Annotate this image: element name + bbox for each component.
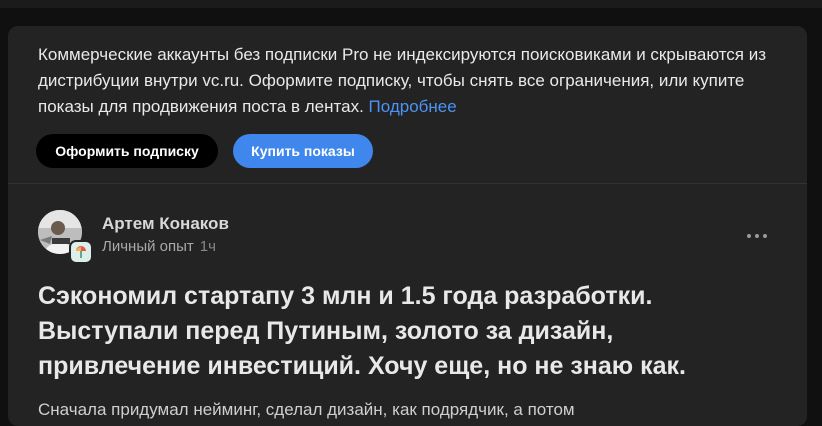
post-lead: Сначала придумал нейминг, сделал дизайн,… (38, 400, 575, 419)
author-badge-icon (69, 240, 93, 264)
author-name[interactable]: Артем Конаков (102, 214, 229, 234)
more-horizontal-icon[interactable] (742, 226, 772, 246)
divider (8, 183, 807, 184)
post-meta: Личный опыт 1ч (102, 238, 216, 255)
buy-views-button[interactable]: Купить показы (233, 134, 373, 168)
post-category[interactable]: Личный опыт (102, 238, 194, 255)
top-bar (0, 0, 822, 8)
subscribe-button[interactable]: Оформить подписку (36, 134, 218, 168)
more-link[interactable]: Подробнее (369, 97, 457, 116)
pro-notice: Коммерческие аккаунты без подписки Pro н… (38, 42, 778, 120)
post-card: Коммерческие аккаунты без подписки Pro н… (8, 26, 807, 426)
post-title[interactable]: Сэкономил стартапу 3 млн и 1.5 года разр… (38, 279, 778, 384)
post-time: 1ч (199, 238, 216, 255)
